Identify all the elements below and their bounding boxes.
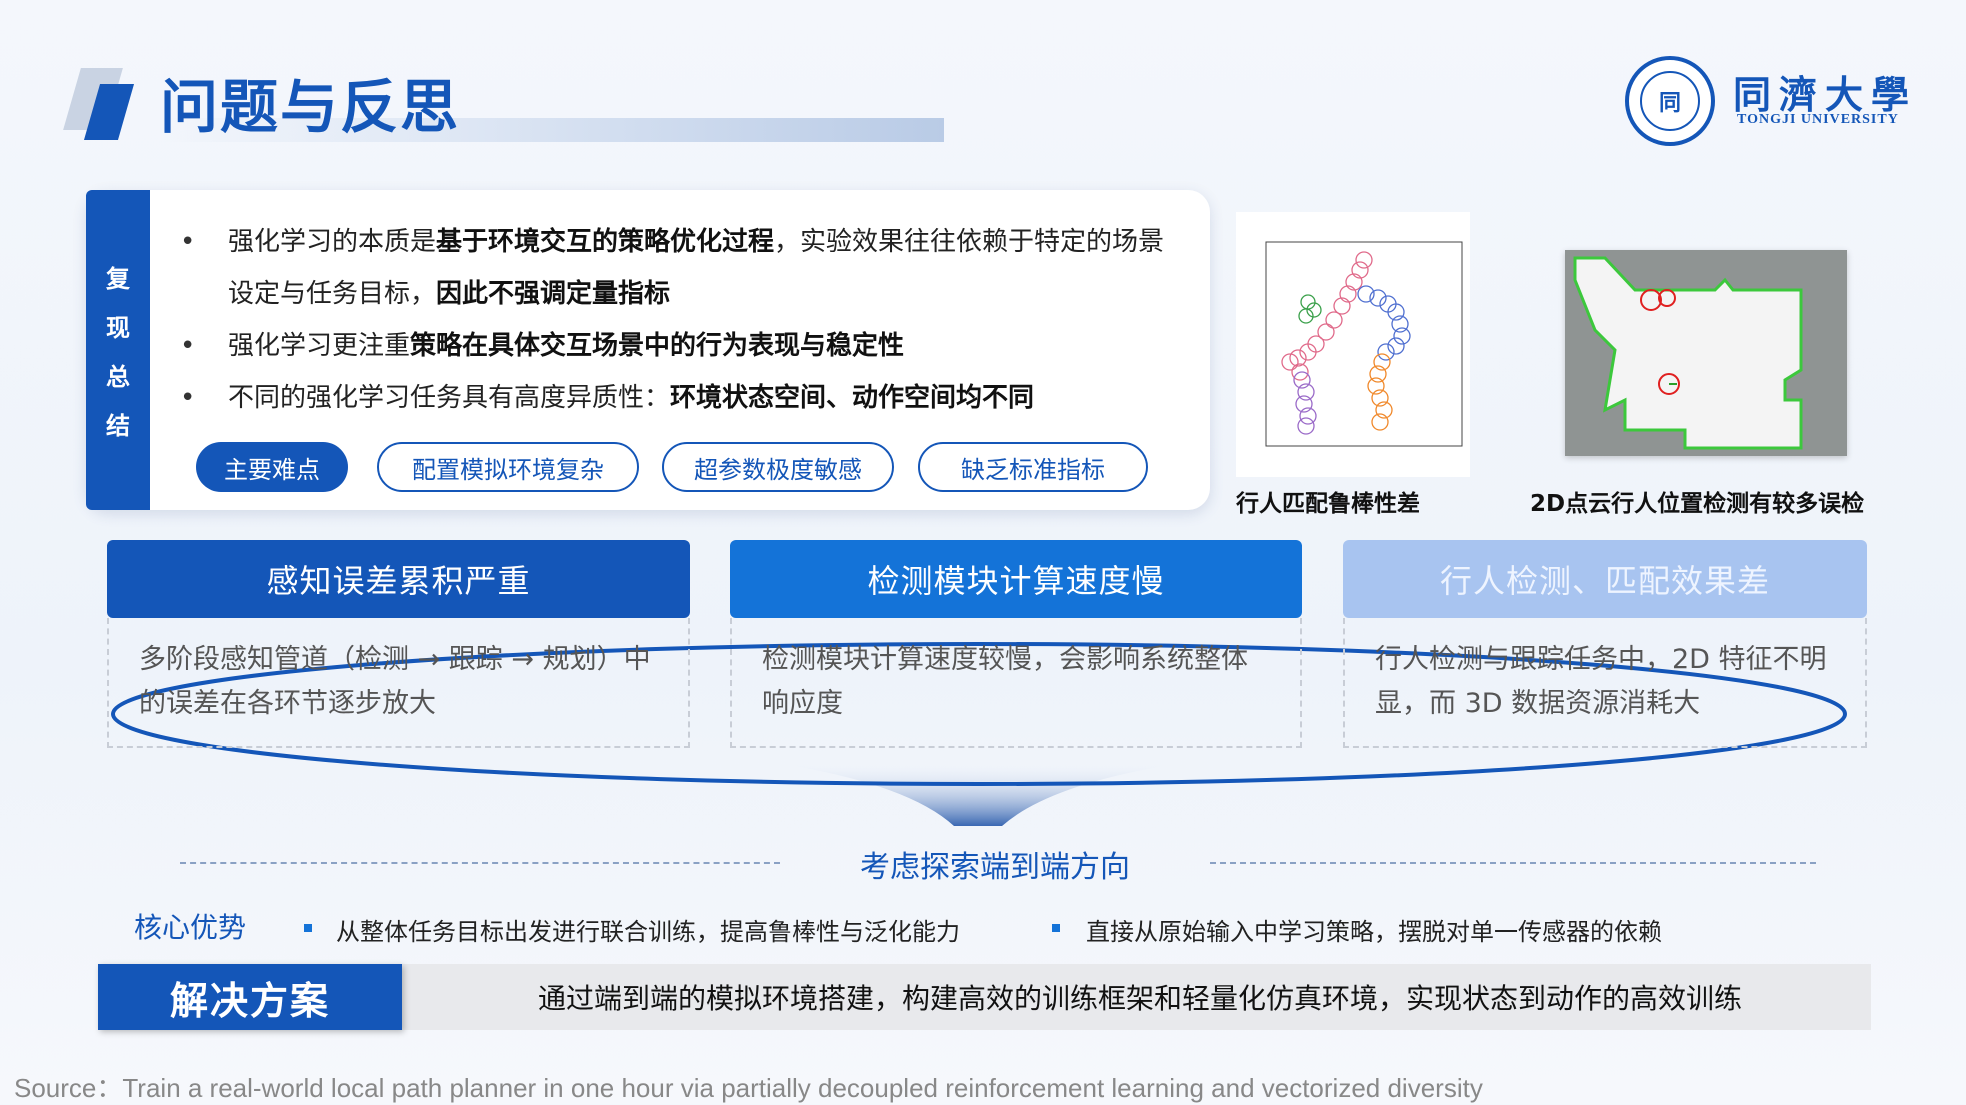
bullet-text-bold: 基于环境交互的策略优化过程 (436, 227, 775, 257)
side-char: 总 (106, 363, 130, 391)
problem-3-body: 行人检测与跟踪任务中，2D 特征不明显，而 3D 数据资源消耗大 (1343, 618, 1867, 748)
problem-3-title: 行人检测、匹配效果差 (1343, 540, 1867, 618)
summary-bullets: 强化学习的本质是基于环境交互的策略优化过程，实验效果往往依赖于特定的场景设定与任… (180, 216, 1180, 424)
problem-2-title: 检测模块计算速度慢 (730, 540, 1302, 618)
side-char: 复 (106, 265, 130, 293)
core-advantage-item: 从整体任务目标出发进行联合训练，提高鲁棒性与泛化能力 (336, 918, 960, 946)
bullet-text: 强化学习更注重 (228, 331, 411, 361)
core-advantage-label: 核心优势 (134, 911, 247, 944)
pointcloud-detection-map (1565, 250, 1847, 456)
solution-label: 解决方案 (98, 964, 402, 1030)
problem-2-body: 检测模块计算速度较慢，会影响系统整体响应度 (730, 618, 1302, 748)
direction-divider-right (1210, 862, 1816, 864)
logo-name-cn: 同濟大學 (1733, 72, 1918, 117)
direction-text: 考虑探索端到端方向 (860, 850, 1130, 885)
map-caption: 2D点云行人位置检测有较多误检 (1530, 491, 1865, 517)
bullet-text-bold: 策略在具体交互场景中的行为表现与稳定性 (410, 331, 905, 361)
pedestrian-matching-plot (1236, 212, 1470, 477)
direction-divider-left (180, 862, 780, 864)
tag-no-metric: 缺乏标准指标 (918, 442, 1148, 492)
solution-text: 通过端到端的模拟环境搭建，构建高效的训练框架和轻量化仿真环境，实现状态到动作的高… (537, 982, 1742, 1015)
side-char: 结 (106, 412, 130, 440)
bullet-square-icon (304, 924, 312, 932)
bullet-text: 不同的强化学习任务具有高度异质性： (228, 383, 671, 413)
problem-1-body: 多阶段感知管道（检测 → 跟踪 → 规划）中的误差在各环节逐步放大 (107, 618, 690, 748)
tag-env-config: 配置模拟环境复杂 (377, 442, 639, 492)
bullet-text-bold: 因此不强调定量指标 (436, 279, 671, 309)
bullet-text: 强化学习的本质是 (228, 227, 437, 257)
bullet-square-icon (1052, 924, 1060, 932)
tag-hyperparam: 超参数极度敏感 (662, 442, 894, 492)
seal-glyph: 同 (1640, 71, 1700, 131)
page-title: 问题与反思 (160, 73, 461, 141)
summary-bullet: 不同的强化学习任务具有高度异质性：环境状态空间、动作空间均不同 (180, 372, 1180, 424)
summary-side-label: 复 现 总 结 (86, 190, 150, 510)
tongji-seal-icon: 同 (1625, 56, 1715, 146)
logo-name-en: TONGJI UNIVERSITY (1737, 112, 1899, 127)
plot-caption: 行人匹配鲁棒性差 (1236, 491, 1420, 517)
side-char: 现 (106, 314, 130, 342)
problem-1-title: 感知误差累积严重 (107, 540, 690, 618)
source-citation: Source：Train a real-world local path pla… (14, 1073, 1483, 1103)
tag-main-difficulty: 主要难点 (196, 442, 348, 492)
core-advantage-item: 直接从原始输入中学习策略，摆脱对单一传感器的依赖 (1086, 918, 1662, 946)
bullet-text-bold: 环境状态空间、动作空间均不同 (670, 383, 1035, 413)
summary-bullet: 强化学习的本质是基于环境交互的策略优化过程，实验效果往往依赖于特定的场景设定与任… (180, 216, 1180, 320)
summary-bullet: 强化学习更注重策略在具体交互场景中的行为表现与稳定性 (180, 320, 1180, 372)
